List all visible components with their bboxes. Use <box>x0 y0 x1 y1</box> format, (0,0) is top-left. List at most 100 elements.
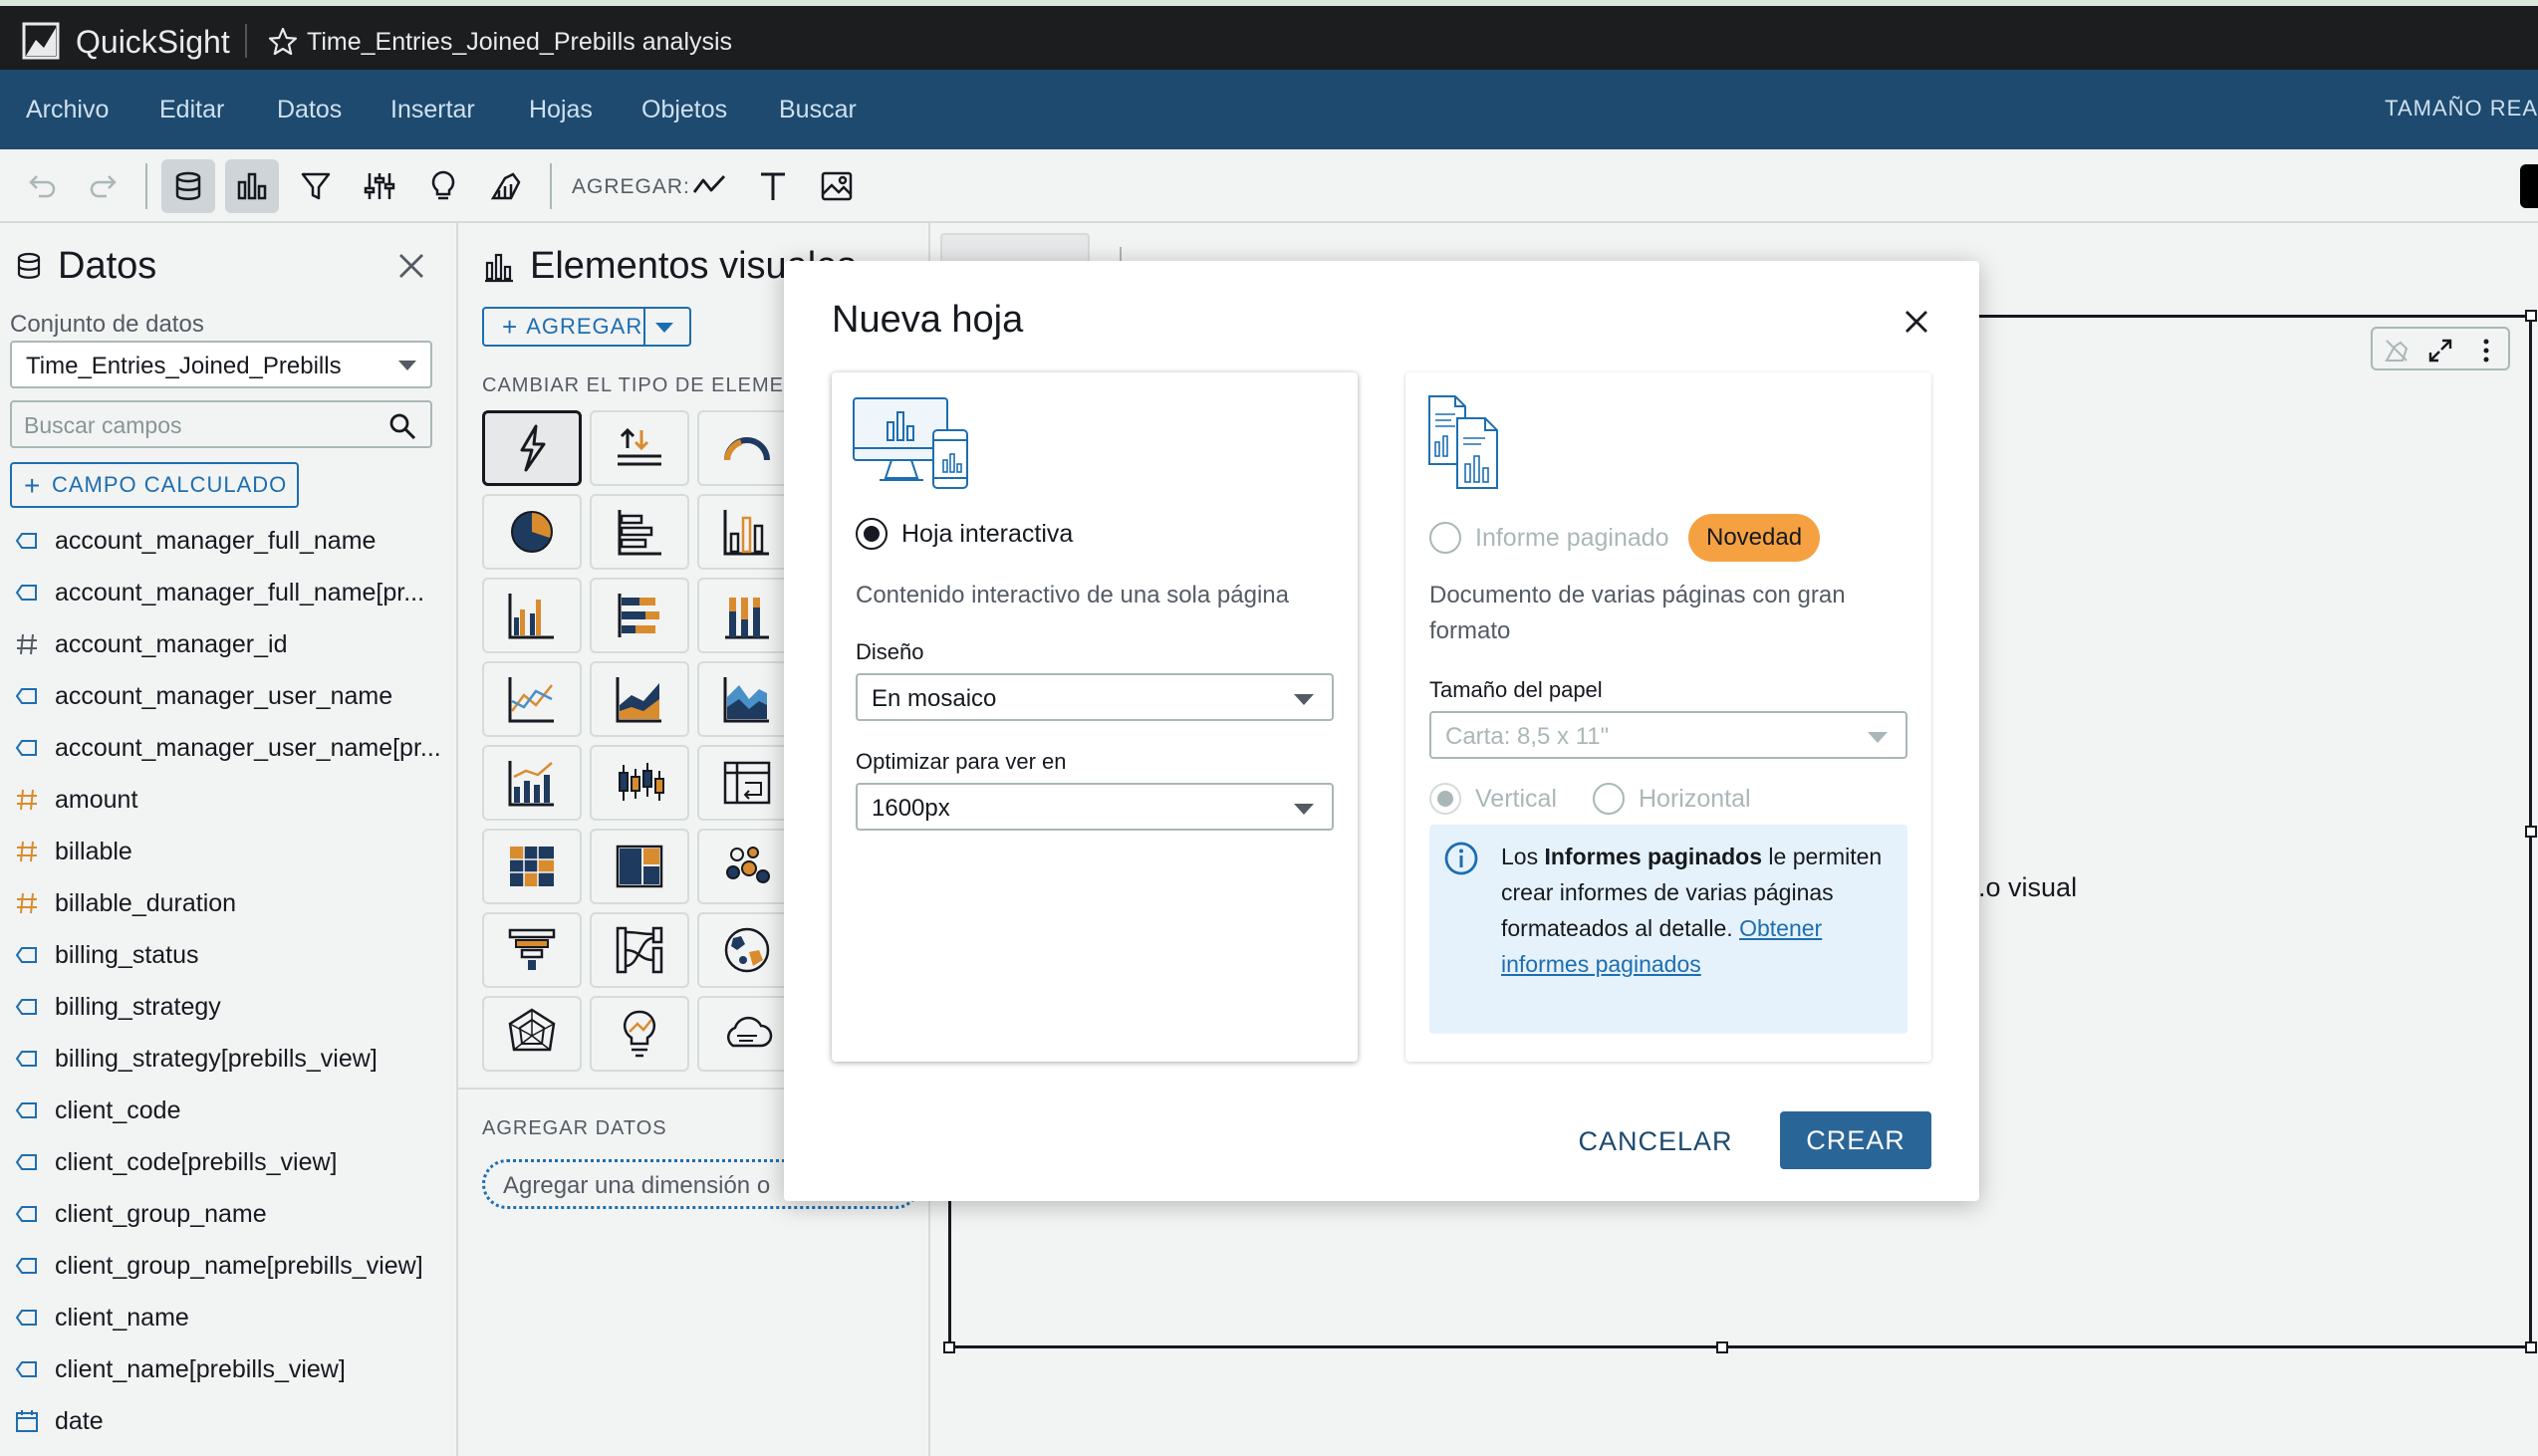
title-bar: QuickSight Time_Entries_Joined_Prebills … <box>0 0 2538 70</box>
resize-handle[interactable] <box>2525 310 2537 322</box>
menu-editar[interactable]: Editar <box>159 96 224 124</box>
themes-button[interactable] <box>480 159 534 213</box>
add-image-button[interactable] <box>810 159 864 213</box>
visual-type-tree-map[interactable] <box>590 829 689 904</box>
horizontal-radio[interactable] <box>1593 783 1625 815</box>
add-text-button[interactable] <box>746 159 800 213</box>
visual-type-pie-chart[interactable] <box>482 494 582 570</box>
analysis-title[interactable]: Time_Entries_Joined_Prebills analysis <box>307 28 732 57</box>
optimize-select[interactable]: 1600px <box>856 783 1334 831</box>
visual-type-funnel[interactable] <box>482 912 582 988</box>
menu-bar: Archivo Editar Datos Insertar Hojas Obje… <box>0 70 2538 149</box>
visual-type-stacked-bar[interactable] <box>590 578 689 653</box>
field-item[interactable]: billing_strategy <box>0 980 456 1032</box>
visual-type-pivot-table[interactable] <box>697 745 797 821</box>
info-text: Los Informes paginados le permiten crear… <box>1501 839 1890 982</box>
size-mode-label[interactable]: TAMAÑO REA <box>2385 96 2538 121</box>
add-visual-button[interactable]: + AGREGAR <box>482 307 691 347</box>
field-name: billing_strategy[prebills_view] <box>55 1045 378 1073</box>
interactive-sheet-card[interactable]: Hoja interactiva Contenido interactivo d… <box>832 372 1358 1062</box>
resize-handle[interactable] <box>1716 1341 1728 1353</box>
visual-type-map[interactable] <box>697 912 797 988</box>
resize-handle[interactable] <box>2525 826 2537 838</box>
calculated-field-button[interactable]: + CAMPO CALCULADO <box>10 462 299 508</box>
insights-button[interactable] <box>416 159 470 213</box>
redo-button[interactable] <box>78 159 131 213</box>
field-item[interactable]: account_manager_full_name[pr... <box>0 566 456 617</box>
menu-objetos[interactable]: Objetos <box>641 96 727 124</box>
visual-type-radar-chart[interactable] <box>482 996 582 1072</box>
field-name: account_manager_id <box>55 630 288 658</box>
field-item[interactable]: client_name[prebills_view] <box>0 1342 456 1394</box>
visual-type-line-chart[interactable] <box>482 661 582 737</box>
visual-type-area-chart[interactable] <box>590 661 689 737</box>
field-item[interactable]: client_code <box>0 1084 456 1135</box>
visual-type-stacked-area[interactable] <box>697 661 797 737</box>
close-icon[interactable] <box>394 249 428 283</box>
star-icon[interactable] <box>267 26 299 58</box>
field-item[interactable]: amount <box>0 773 456 825</box>
vertical-radio[interactable] <box>1429 783 1461 815</box>
search-icon[interactable] <box>388 412 416 440</box>
visual-type-stacked-column[interactable] <box>697 578 797 653</box>
visual-type-box-plot[interactable] <box>590 745 689 821</box>
visual-type-kpi[interactable] <box>590 410 689 486</box>
search-fields-input[interactable] <box>24 410 373 440</box>
visuals-pane-button[interactable] <box>225 159 279 213</box>
more-options-icon[interactable] <box>2472 337 2500 364</box>
menu-insertar[interactable]: Insertar <box>390 96 475 124</box>
interactive-sheet-radio[interactable] <box>856 518 888 550</box>
stacked-area-icon <box>723 677 769 723</box>
menu-datos[interactable]: Datos <box>277 96 342 124</box>
visual-type-scatter-plot[interactable] <box>697 829 797 904</box>
measure-field-icon <box>14 890 40 916</box>
visual-type-combo-chart[interactable] <box>482 745 582 821</box>
field-item[interactable]: client_name <box>0 1291 456 1342</box>
add-visual-toolbar-button[interactable] <box>682 159 736 213</box>
field-item[interactable]: account_manager_user_name <box>0 669 456 721</box>
data-pane-button[interactable] <box>161 159 215 213</box>
field-item[interactable]: client_code[prebills_view] <box>0 1135 456 1187</box>
chevron-down-icon[interactable] <box>655 323 673 333</box>
visual-type-sankey[interactable] <box>590 912 689 988</box>
field-item[interactable]: billable_duration <box>0 876 456 928</box>
visual-type-clustered-bar[interactable] <box>482 578 582 653</box>
filter-button[interactable] <box>289 159 343 213</box>
add-data-label: AGREGAR DATOS <box>482 1117 667 1139</box>
paged-report-card[interactable]: Informe paginado Novedad Documento de va… <box>1405 372 1931 1062</box>
menu-buscar[interactable]: Buscar <box>779 96 857 124</box>
menu-hojas[interactable]: Hojas <box>529 96 593 124</box>
paper-size-select[interactable]: Carta: 8,5 x 11" <box>1429 711 1907 759</box>
visual-type-vertical-bar[interactable] <box>697 494 797 570</box>
layout-select[interactable]: En mosaico <box>856 673 1334 721</box>
visual-type-heat-map[interactable] <box>482 829 582 904</box>
visual-type-gauge[interactable] <box>697 410 797 486</box>
field-item[interactable]: client_group_name <box>0 1187 456 1239</box>
app-name[interactable]: QuickSight <box>76 24 230 61</box>
field-item[interactable]: account_manager_user_name[pr... <box>0 721 456 773</box>
field-item[interactable]: date <box>0 1394 456 1446</box>
resize-handle[interactable] <box>943 1341 955 1353</box>
field-item[interactable]: billing_status <box>0 928 456 980</box>
field-item[interactable]: client_group_name[prebills_view] <box>0 1239 456 1291</box>
undo-button[interactable] <box>14 159 68 213</box>
visual-type-horizontal-bar[interactable] <box>590 494 689 570</box>
cancel-button[interactable]: CANCELAR <box>1578 1113 1731 1169</box>
paged-report-radio[interactable] <box>1429 522 1461 554</box>
menu-archivo[interactable]: Archivo <box>26 96 109 124</box>
visual-type-insight[interactable] <box>590 996 689 1072</box>
parameters-button[interactable] <box>353 159 406 213</box>
radar-chart-icon <box>508 1008 556 1052</box>
close-icon[interactable] <box>1900 305 1933 339</box>
expand-icon[interactable] <box>2426 337 2454 364</box>
visual-type-autograph[interactable] <box>482 410 582 486</box>
field-item[interactable]: account_manager_id <box>0 617 456 669</box>
field-item[interactable]: billing_strategy[prebills_view] <box>0 1032 456 1084</box>
visual-type-word-cloud[interactable] <box>697 996 797 1072</box>
field-item[interactable]: billable <box>0 825 456 876</box>
side-tab[interactable] <box>2520 164 2538 208</box>
field-item[interactable]: account_manager_full_name <box>0 514 456 566</box>
dataset-select[interactable]: Time_Entries_Joined_Prebills <box>10 341 432 388</box>
create-button[interactable]: CREAR <box>1780 1111 1931 1169</box>
resize-handle[interactable] <box>2525 1341 2537 1353</box>
